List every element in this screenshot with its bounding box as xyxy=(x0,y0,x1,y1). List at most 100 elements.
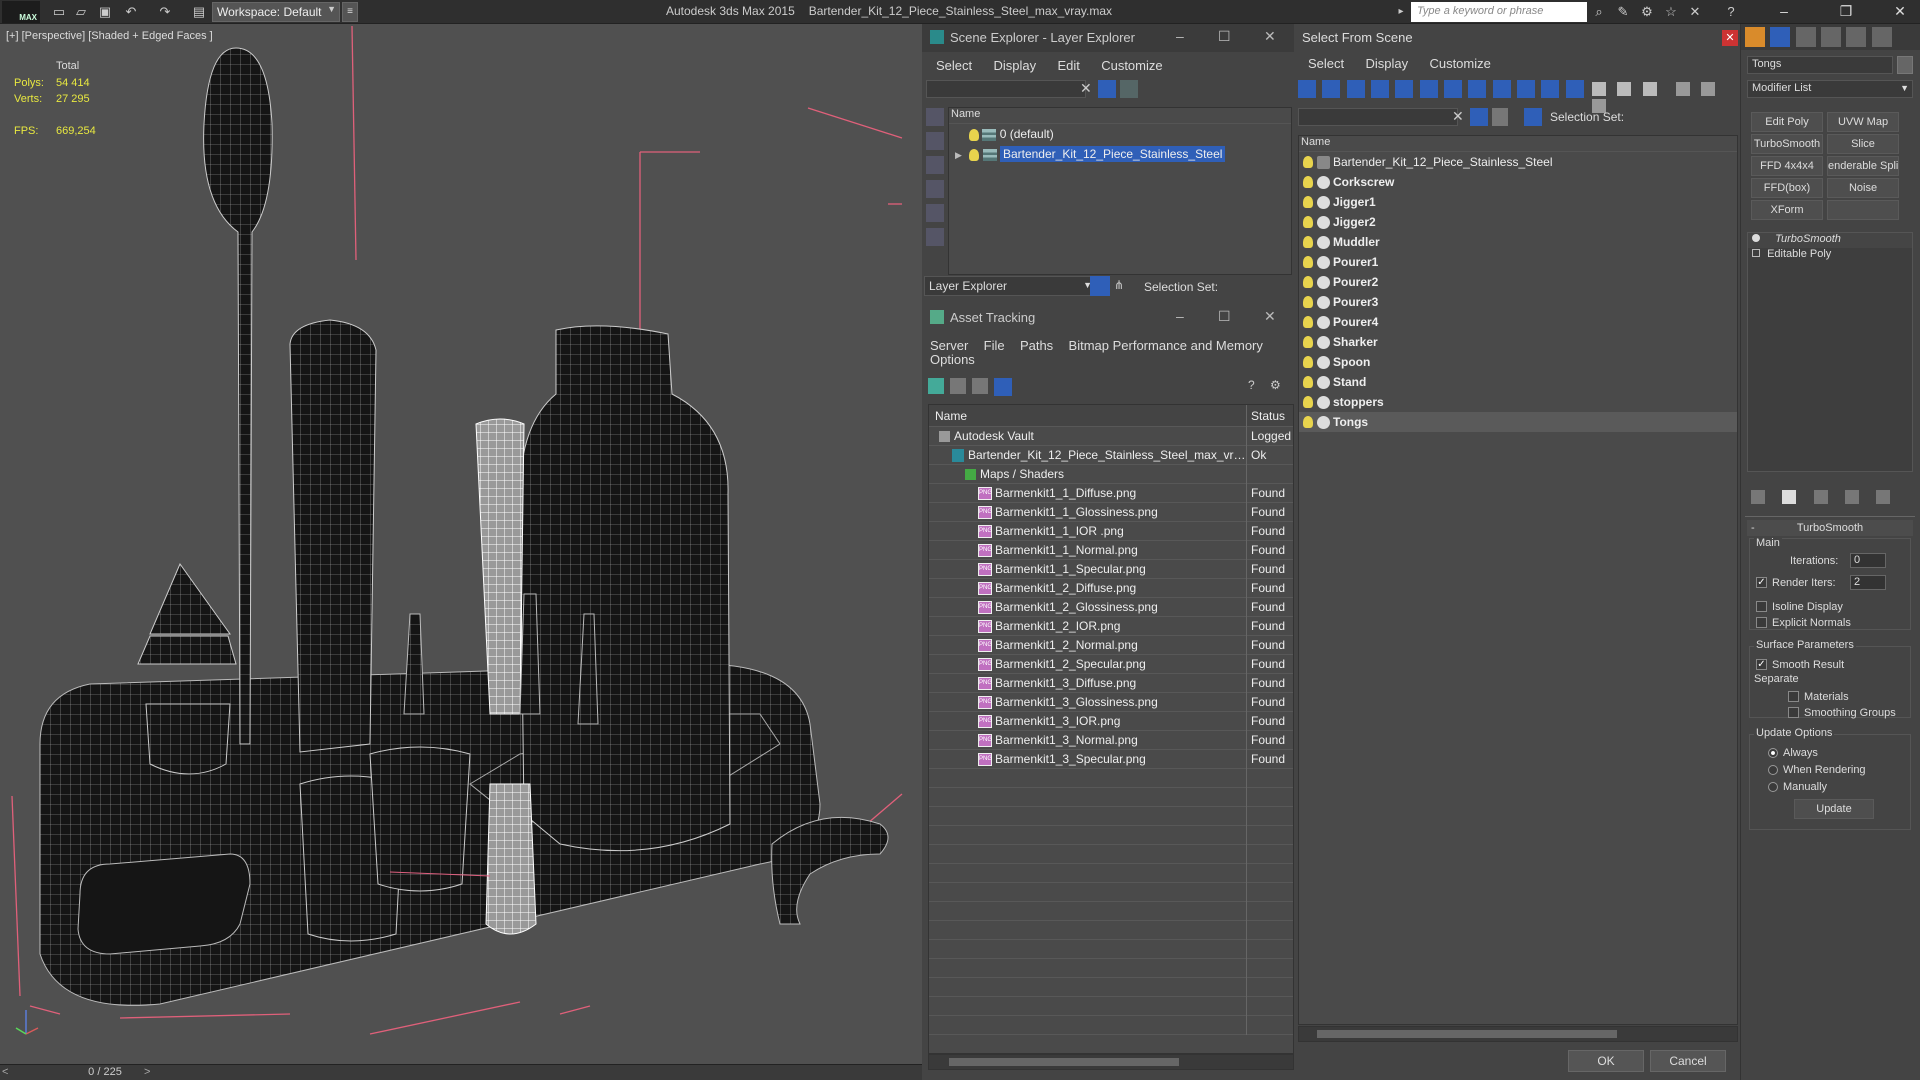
scrollbar-thumb[interactable] xyxy=(949,1058,1179,1066)
object-row[interactable]: Spoon xyxy=(1299,352,1737,372)
utilities-tab-icon[interactable] xyxy=(1871,27,1892,47)
object-row[interactable]: Pourer4 xyxy=(1299,312,1737,332)
bulb-icon[interactable] xyxy=(1303,296,1313,308)
asset-row[interactable]: PNG Barmenkit1_2_Specular.png Found xyxy=(929,655,1293,674)
hierarchy-view-icon[interactable] xyxy=(1701,82,1716,96)
perspective-viewport[interactable]: [+] [Perspective] [Shaded + Edged Faces … xyxy=(0,24,922,1064)
bulb-icon[interactable] xyxy=(1303,236,1313,248)
object-row[interactable]: Pourer3 xyxy=(1299,292,1737,312)
noise-button[interactable]: Noise xyxy=(1827,178,1899,198)
bulb-icon[interactable] xyxy=(1303,256,1313,268)
restore-icon[interactable]: ☐ xyxy=(1218,28,1231,45)
bulb-icon[interactable] xyxy=(1303,376,1313,388)
keyword-search-input[interactable]: Type a keyword or phrase xyxy=(1411,2,1587,22)
xform-button[interactable]: XForm xyxy=(1751,200,1823,220)
restore-icon[interactable]: ☐ xyxy=(1218,308,1231,325)
empty-modifier-button[interactable] xyxy=(1827,200,1899,220)
close-icon[interactable]: ✕ xyxy=(1722,30,1738,46)
open-folder-icon[interactable]: ▱ xyxy=(72,3,90,21)
bulb-icon[interactable] xyxy=(1303,396,1313,408)
bulb-icon[interactable] xyxy=(969,128,979,141)
always-radio[interactable] xyxy=(1768,747,1778,758)
object-search-input[interactable] xyxy=(1298,108,1458,126)
settings-icon[interactable]: ⚙ xyxy=(1270,378,1281,392)
object-name-field[interactable]: Tongs xyxy=(1747,56,1893,74)
expand-arrow-icon[interactable]: ▶ xyxy=(955,150,962,160)
column-header-name[interactable]: Name xyxy=(1299,136,1737,152)
close-icon[interactable]: ✕ xyxy=(1264,28,1276,45)
refresh-icon[interactable] xyxy=(928,378,944,394)
asset-row[interactable]: PNG Barmenkit1_1_Diffuse.png Found xyxy=(929,484,1293,503)
lights-filter-icon[interactable] xyxy=(1346,80,1365,98)
app-logo[interactable]: MAX xyxy=(2,1,40,23)
layers-filter-icon[interactable] xyxy=(926,228,944,246)
menu-select[interactable]: Select xyxy=(936,58,972,73)
asset-row[interactable]: PNG Barmenkit1_2_IOR.png Found xyxy=(929,617,1293,636)
object-row[interactable]: Pourer2 xyxy=(1299,272,1737,292)
groups-filter-icon[interactable] xyxy=(1444,80,1463,98)
render-iters-spinner[interactable]: 2 xyxy=(1850,575,1886,590)
containers-filter-icon[interactable] xyxy=(1517,80,1536,98)
expand-icon[interactable] xyxy=(1752,249,1760,257)
filter-icon[interactable] xyxy=(1676,82,1691,96)
asset-row[interactable]: PNG Barmenkit1_1_Glossiness.png Found xyxy=(929,503,1293,522)
filter-icon[interactable] xyxy=(1470,108,1488,126)
binoculars-icon[interactable]: ⌕ xyxy=(1590,3,1608,21)
cameras-filter-icon[interactable] xyxy=(1371,80,1390,98)
manually-radio[interactable] xyxy=(1768,781,1778,792)
iterations-spinner[interactable]: 0 xyxy=(1850,553,1886,568)
column-header-status[interactable]: Status xyxy=(1251,405,1293,427)
hierarchy-icon[interactable]: ⋔ xyxy=(1114,278,1124,292)
undo-icon[interactable]: ↶ xyxy=(122,3,140,21)
object-row[interactable]: Pourer1 xyxy=(1299,252,1737,272)
shapes-filter-icon[interactable] xyxy=(926,204,944,222)
asset-row[interactable]: Maps / Shaders xyxy=(929,465,1293,484)
asset-row[interactable]: PNG Barmenkit1_1_Normal.png Found xyxy=(929,541,1293,560)
select-invert-icon[interactable] xyxy=(1642,82,1657,96)
motion-tab-icon[interactable] xyxy=(1821,27,1842,47)
column-header-name[interactable]: Name xyxy=(949,108,1291,124)
workspace-dropdown[interactable]: Workspace: Default ▼ xyxy=(212,2,340,22)
bulb-icon[interactable] xyxy=(1303,416,1313,428)
modifier-list-dropdown[interactable]: Modifier List ▼ xyxy=(1747,80,1913,98)
menu-options[interactable]: Options xyxy=(930,352,975,367)
explicit-normals-checkbox[interactable] xyxy=(1756,617,1767,629)
xrefs-filter-icon[interactable] xyxy=(1468,80,1487,98)
bulb-icon[interactable] xyxy=(1303,276,1313,288)
layers-icon[interactable] xyxy=(1492,108,1508,126)
menu-bitmap-performance[interactable]: Bitmap Performance and Memory xyxy=(1069,338,1263,353)
invert-display-icon[interactable] xyxy=(926,156,944,174)
bulb-icon[interactable] xyxy=(969,148,980,161)
time-next-icon[interactable]: > xyxy=(144,1066,150,1078)
cancel-button[interactable]: Cancel xyxy=(1650,1050,1726,1072)
scene-search-input[interactable] xyxy=(926,80,1086,98)
object-row[interactable]: stoppers xyxy=(1299,392,1737,412)
restore-icon[interactable]: ❐ xyxy=(1826,0,1866,24)
menu-display[interactable]: Display xyxy=(993,58,1036,73)
spacewarps-filter-icon[interactable] xyxy=(1419,80,1438,98)
create-tab-icon[interactable] xyxy=(1745,27,1765,47)
uvw-map-button[interactable]: UVW Map xyxy=(1827,112,1899,132)
turbosmooth-rollout-header[interactable]: - TurboSmooth xyxy=(1747,520,1913,536)
table-view-icon[interactable] xyxy=(994,378,1012,396)
remove-modifier-icon[interactable] xyxy=(1845,490,1860,504)
new-file-icon[interactable]: ▭ xyxy=(50,3,68,21)
close-icon[interactable]: ✕ xyxy=(1880,0,1920,24)
asset-horizontal-scrollbar[interactable] xyxy=(928,1054,1294,1070)
asset-row[interactable]: PNG Barmenkit1_3_Diffuse.png Found xyxy=(929,674,1293,693)
update-button[interactable]: Update xyxy=(1794,799,1874,819)
display-tab-icon[interactable] xyxy=(1846,27,1867,47)
bones-filter-icon[interactable] xyxy=(1492,80,1511,98)
asset-row[interactable]: PNG Barmenkit1_3_IOR.png Found xyxy=(929,712,1293,731)
filter-icon[interactable] xyxy=(1098,80,1116,98)
select-none-icon[interactable] xyxy=(1617,82,1632,96)
show-end-result-icon[interactable] xyxy=(1782,490,1797,504)
minimize-icon[interactable]: – xyxy=(1764,0,1804,24)
display-all-icon[interactable] xyxy=(926,132,944,150)
asset-row[interactable]: Bartender_Kit_12_Piece_Stainless_Steel_m… xyxy=(929,446,1293,465)
configure-modifier-sets-icon[interactable] xyxy=(1876,490,1891,504)
layer-options-icon[interactable] xyxy=(1120,80,1138,98)
object-row[interactable]: Sharker xyxy=(1299,332,1737,352)
pin-stack-icon[interactable] xyxy=(1751,490,1765,504)
smoothing-groups-checkbox[interactable] xyxy=(1788,707,1799,719)
